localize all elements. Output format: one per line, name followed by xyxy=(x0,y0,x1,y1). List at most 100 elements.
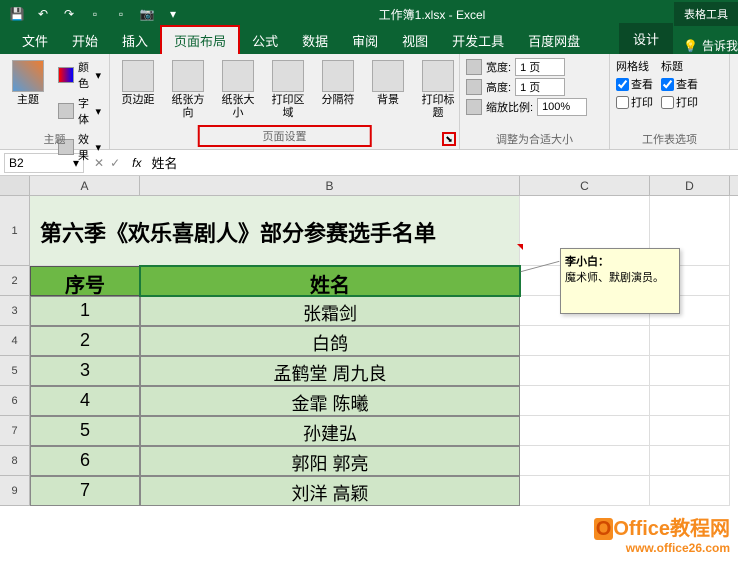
serial-cell[interactable]: 5 xyxy=(30,416,140,446)
comment-box[interactable]: 李小白： 魔术师、默剧演员。 xyxy=(560,248,680,314)
row-header[interactable]: 8 xyxy=(0,446,30,476)
width-icon xyxy=(466,59,482,75)
group-label-sheet-options: 工作表选项 xyxy=(610,131,729,147)
undo-icon[interactable]: ↶ xyxy=(34,5,52,23)
comment-indicator[interactable] xyxy=(517,244,523,250)
row-header[interactable]: 5 xyxy=(0,356,30,386)
name-cell[interactable]: 孟鹤堂 周九良 xyxy=(140,356,520,386)
tab-formulas[interactable]: 公式 xyxy=(240,27,290,54)
row-header[interactable]: 7 xyxy=(0,416,30,446)
tab-home[interactable]: 开始 xyxy=(60,27,110,54)
tab-review[interactable]: 审阅 xyxy=(340,27,390,54)
select-all-corner[interactable] xyxy=(0,176,30,195)
serial-cell[interactable]: 3 xyxy=(30,356,140,386)
camera-icon[interactable]: 📷 xyxy=(138,5,156,23)
cell[interactable] xyxy=(650,476,730,506)
qat-icon[interactable]: ▫ xyxy=(86,5,104,23)
name-cell[interactable]: 白鸽 xyxy=(140,326,520,356)
row-header[interactable]: 1 xyxy=(0,196,30,266)
scale-input[interactable] xyxy=(537,98,587,116)
tab-insert[interactable]: 插入 xyxy=(110,27,160,54)
cell[interactable] xyxy=(520,476,650,506)
serial-cell[interactable]: 2 xyxy=(30,326,140,356)
comment-text: 魔术师、默剧演员。 xyxy=(565,269,675,285)
name-cell[interactable]: 孙建弘 xyxy=(140,416,520,446)
orientation-icon xyxy=(172,60,204,92)
fx-icon[interactable]: fx xyxy=(126,156,147,170)
tab-page-layout[interactable]: 页面布局 xyxy=(160,25,240,54)
col-header-a[interactable]: A xyxy=(30,176,140,195)
qat-more-icon[interactable]: ▾ xyxy=(164,5,182,23)
ribbon: 主题 颜色▾ 字体▾ 效果▾ 主题 页边距 纸张方向 纸张大小 打印区域 分隔符… xyxy=(0,54,738,150)
cell[interactable] xyxy=(650,356,730,386)
scale-icon xyxy=(466,99,482,115)
themes-button[interactable]: 主题 xyxy=(6,58,50,164)
headings-print-checkbox[interactable]: 打印 xyxy=(661,94,698,110)
cell[interactable] xyxy=(520,446,650,476)
group-sheet-options: 网格线 查看 打印 标题 查看 打印 工作表选项 xyxy=(610,54,730,149)
tell-me[interactable]: 💡 告诉我 xyxy=(683,37,738,54)
col-header-d[interactable]: D xyxy=(650,176,730,195)
background-button[interactable]: 背景 xyxy=(366,58,410,145)
page-setup-dialog-launcher[interactable]: ⬊ xyxy=(442,132,456,146)
tab-file[interactable]: 文件 xyxy=(10,27,60,54)
fonts-icon xyxy=(58,103,74,119)
tab-data[interactable]: 数据 xyxy=(290,27,340,54)
watermark: OOffice教程网 www.office26.com xyxy=(594,512,730,555)
tab-view[interactable]: 视图 xyxy=(390,27,440,54)
headings-view-checkbox[interactable]: 查看 xyxy=(661,76,698,92)
cell[interactable] xyxy=(520,356,650,386)
colors-button[interactable]: 颜色▾ xyxy=(56,58,103,92)
serial-cell[interactable]: 7 xyxy=(30,476,140,506)
col-header-b[interactable]: B xyxy=(140,176,520,195)
row-header[interactable]: 2 xyxy=(0,266,30,296)
ribbon-tabs: 文件 开始 插入 页面布局 公式 数据 审阅 视图 开发工具 百度网盘 设计 💡… xyxy=(0,28,738,54)
group-themes: 主题 颜色▾ 字体▾ 效果▾ 主题 xyxy=(0,54,110,149)
cell[interactable] xyxy=(520,326,650,356)
cell[interactable] xyxy=(650,446,730,476)
width-input[interactable] xyxy=(515,58,565,76)
save-icon[interactable]: 💾 xyxy=(8,5,26,23)
margins-icon xyxy=(122,60,154,92)
header-cell-name[interactable]: 姓名 xyxy=(140,266,520,296)
cell[interactable] xyxy=(520,386,650,416)
tab-design[interactable]: 设计 xyxy=(619,23,673,54)
gridlines-print-checkbox[interactable]: 打印 xyxy=(616,94,653,110)
group-scale: 宽度: 高度: 缩放比例: 调整为合适大小 xyxy=(460,54,610,149)
serial-cell[interactable]: 6 xyxy=(30,446,140,476)
row-header[interactable]: 9 xyxy=(0,476,30,506)
row-header[interactable]: 4 xyxy=(0,326,30,356)
row-header[interactable]: 6 xyxy=(0,386,30,416)
redo-icon[interactable]: ↷ xyxy=(60,5,78,23)
cell[interactable] xyxy=(650,326,730,356)
cell[interactable] xyxy=(650,416,730,446)
cell[interactable] xyxy=(520,416,650,446)
margins-button[interactable]: 页边距 xyxy=(116,58,160,145)
breaks-icon xyxy=(322,60,354,92)
print-titles-icon xyxy=(422,60,454,92)
title-cell[interactable]: 第六季《欢乐喜剧人》部分参赛选手名单 xyxy=(30,196,520,266)
fonts-button[interactable]: 字体▾ xyxy=(56,94,103,128)
enter-icon[interactable]: ✓ xyxy=(110,156,120,170)
serial-cell[interactable]: 1 xyxy=(30,296,140,326)
col-header-c[interactable]: C xyxy=(520,176,650,195)
name-cell[interactable]: 郭阳 郭亮 xyxy=(140,446,520,476)
cell[interactable] xyxy=(650,386,730,416)
name-cell[interactable]: 金霏 陈曦 xyxy=(140,386,520,416)
quick-access-toolbar: 💾 ↶ ↷ ▫ ▫ 📷 ▾ xyxy=(0,5,190,23)
tab-baidu[interactable]: 百度网盘 xyxy=(516,27,592,54)
gridlines-label: 网格线 xyxy=(616,58,653,74)
headings-label: 标题 xyxy=(661,58,698,74)
name-cell[interactable]: 张霜剑 xyxy=(140,296,520,326)
gridlines-view-checkbox[interactable]: 查看 xyxy=(616,76,653,92)
height-input[interactable] xyxy=(515,78,565,96)
height-icon xyxy=(466,79,482,95)
header-cell-serial[interactable]: 序号 xyxy=(30,266,140,296)
row-header[interactable]: 3 xyxy=(0,296,30,326)
window-title: 工作簿1.xlsx - Excel xyxy=(190,6,674,23)
serial-cell[interactable]: 4 xyxy=(30,386,140,416)
name-cell[interactable]: 刘洋 高颖 xyxy=(140,476,520,506)
tab-developer[interactable]: 开发工具 xyxy=(440,27,516,54)
formula-input[interactable] xyxy=(147,153,738,173)
qat-icon[interactable]: ▫ xyxy=(112,5,130,23)
